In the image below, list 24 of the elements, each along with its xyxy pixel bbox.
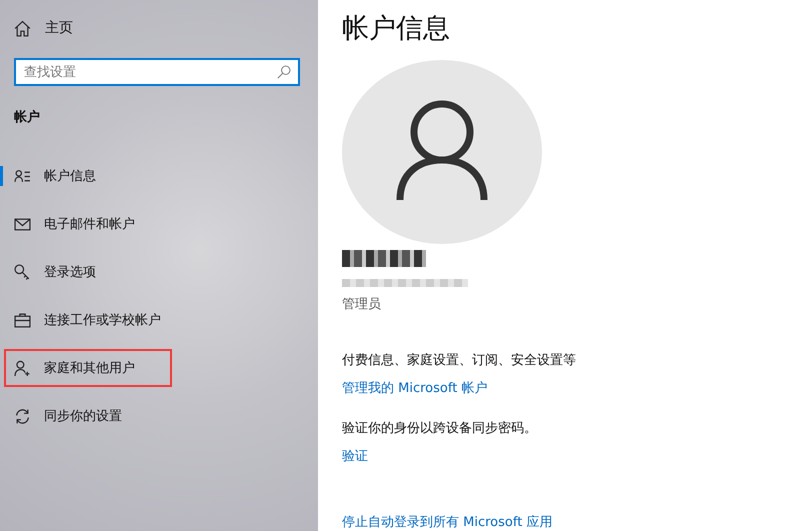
home-link[interactable]: 主页 bbox=[14, 14, 318, 42]
person-add-icon bbox=[14, 360, 31, 376]
link[interactable]: 验证 bbox=[342, 447, 368, 465]
link[interactable]: 停止自动登录到所有 Microsoft 应用 bbox=[342, 513, 552, 531]
sidebar-item[interactable]: 电子邮件和帐户 bbox=[4, 205, 161, 243]
page-title: 帐户信息 bbox=[342, 12, 451, 46]
person-list-icon bbox=[14, 168, 31, 184]
sidebar-item[interactable]: 登录选项 bbox=[4, 253, 122, 291]
sidebar-item[interactable]: 帐户信息 bbox=[4, 157, 122, 195]
description-text: 付费信息、家庭设置、订阅、安全设置等 bbox=[342, 352, 577, 369]
home-icon bbox=[14, 20, 31, 36]
sidebar-item[interactable]: 同步你的设置 bbox=[4, 397, 148, 435]
search-field[interactable]: 查找设置 bbox=[14, 58, 300, 86]
description-text: 验证你的身份以跨设备同步密码。 bbox=[342, 420, 538, 437]
link[interactable]: 管理我的 Microsoft 帐户 bbox=[342, 379, 488, 397]
sync-icon bbox=[14, 408, 31, 424]
account-role: 管理员 bbox=[342, 296, 382, 313]
briefcase-icon bbox=[14, 312, 31, 328]
sidebar-item[interactable]: 连接工作或学校帐户 bbox=[4, 301, 187, 339]
section-title: 帐户 bbox=[14, 108, 41, 126]
key-icon bbox=[14, 264, 31, 280]
mail-icon bbox=[14, 216, 31, 232]
sidebar-item[interactable]: 家庭和其他用户 bbox=[4, 349, 172, 387]
search-icon bbox=[277, 65, 291, 79]
